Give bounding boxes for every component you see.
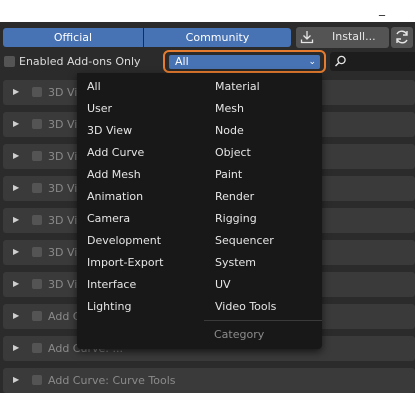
addon-row[interactable]: ▶ Add Curve: Curve Tools — [3, 368, 415, 393]
category-dropdown-menu: All User 3D View Add Curve Add Mesh Animation… — [77, 73, 322, 349]
menu-item-material[interactable]: Material — [215, 80, 260, 93]
expand-triangle-icon[interactable]: ▶ — [13, 183, 19, 192]
menu-item-add-mesh[interactable]: Add Mesh — [87, 168, 141, 181]
chevron-down-icon: ⌄ — [308, 57, 316, 67]
expand-triangle-icon[interactable]: ▶ — [13, 247, 19, 256]
addon-enable-checkbox[interactable] — [32, 343, 42, 353]
addon-enable-checkbox[interactable] — [32, 311, 42, 321]
menu-item-video-tools[interactable]: Video Tools — [215, 300, 276, 313]
refresh-button[interactable] — [391, 27, 413, 48]
menu-item-camera[interactable]: Camera — [87, 212, 130, 225]
menu-item-user[interactable]: User — [87, 102, 112, 115]
expand-triangle-icon[interactable]: ▶ — [13, 311, 19, 320]
menu-item-sequencer[interactable]: Sequencer — [215, 234, 274, 247]
addon-enable-checkbox[interactable] — [32, 119, 42, 129]
tab-community[interactable]: Community — [144, 28, 291, 47]
expand-triangle-icon[interactable]: ▶ — [13, 279, 19, 288]
enabled-only-checkbox[interactable] — [4, 56, 15, 67]
menu-item-node[interactable]: Node — [215, 124, 244, 137]
expand-triangle-icon[interactable]: ▶ — [13, 343, 19, 352]
menu-item-system[interactable]: System — [215, 256, 256, 269]
addon-enable-checkbox[interactable] — [32, 183, 42, 193]
menu-item-mesh[interactable]: Mesh — [215, 102, 244, 115]
install-button[interactable]: Install... — [296, 27, 389, 48]
addon-enable-checkbox[interactable] — [32, 215, 42, 225]
expand-triangle-icon[interactable]: ▶ — [13, 87, 19, 96]
menu-item-add-curve[interactable]: Add Curve — [87, 146, 144, 159]
tab-official[interactable]: Official — [3, 28, 143, 47]
expand-triangle-icon[interactable]: ▶ — [13, 151, 19, 160]
menu-item-object[interactable]: Object — [215, 146, 251, 159]
category-dropdown[interactable]: All ⌄ — [163, 50, 326, 73]
enabled-only-label: Enabled Add-ons Only — [19, 55, 141, 68]
menu-item-interface[interactable]: Interface — [87, 278, 136, 291]
category-dropdown-value: All — [175, 55, 189, 68]
menu-item-paint[interactable]: Paint — [215, 168, 242, 181]
expand-triangle-icon[interactable]: ▶ — [13, 119, 19, 128]
refresh-icon — [396, 30, 408, 44]
addon-enable-checkbox[interactable] — [32, 87, 42, 97]
category-dropdown-field[interactable]: All ⌄ — [169, 55, 320, 69]
menu-item-lighting[interactable]: Lighting — [87, 300, 131, 313]
addon-enable-checkbox[interactable] — [32, 151, 42, 161]
menu-item-uv[interactable]: UV — [215, 278, 231, 291]
addon-enable-checkbox[interactable] — [32, 247, 42, 257]
menu-item-3d-view[interactable]: 3D View — [87, 124, 132, 137]
menu-divider — [204, 320, 322, 321]
menu-item-rigging[interactable]: Rigging — [215, 212, 257, 225]
search-icon — [335, 55, 346, 67]
expand-triangle-icon[interactable]: ▶ — [13, 215, 19, 224]
menu-item-animation[interactable]: Animation — [87, 190, 143, 203]
addon-name: Add Curve: Curve Tools — [48, 374, 176, 387]
install-button-label: Install... — [332, 30, 376, 43]
addon-enable-checkbox[interactable] — [32, 375, 42, 385]
minimize-button[interactable]: _ — [379, 2, 385, 16]
search-field[interactable] — [330, 52, 415, 71]
menu-item-import-export[interactable]: Import-Export — [87, 256, 163, 269]
expand-triangle-icon[interactable]: ▶ — [13, 375, 19, 384]
menu-item-all[interactable]: All — [87, 80, 101, 93]
menu-item-render[interactable]: Render — [215, 190, 254, 203]
menu-header-category: Category — [214, 328, 265, 341]
addon-enable-checkbox[interactable] — [32, 279, 42, 289]
menu-item-development[interactable]: Development — [87, 234, 161, 247]
download-icon — [300, 31, 314, 44]
window-titlebar: _ — [0, 0, 415, 22]
